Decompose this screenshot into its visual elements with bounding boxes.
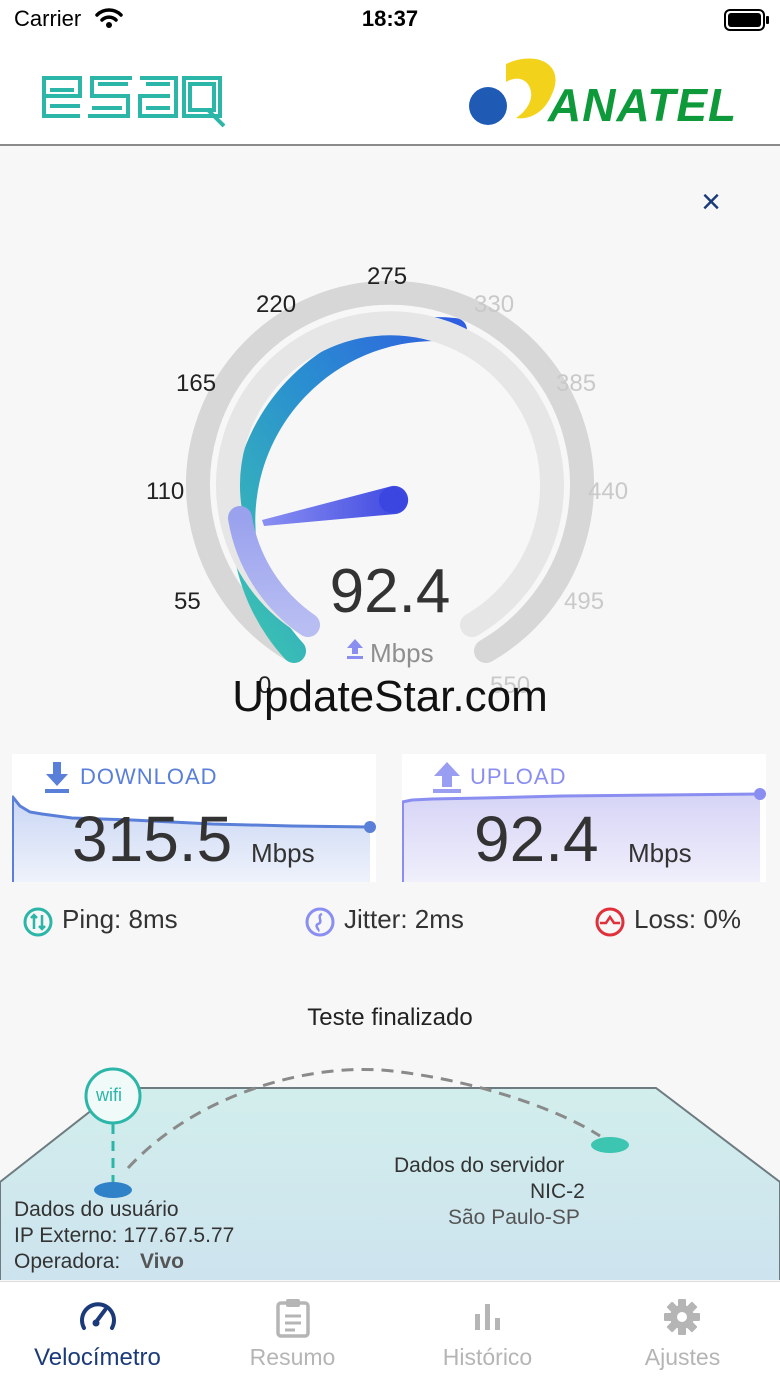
download-unit: Mbps <box>251 838 315 868</box>
current-speed-value: 92.4 <box>329 557 451 626</box>
gauge-tick-label: 165 <box>176 370 217 397</box>
status-bar: Carrier 18:37 <box>0 0 780 44</box>
user-operator-value: Vivo <box>140 1250 184 1273</box>
app-header: ANATEL <box>0 44 780 146</box>
gauge-tick-label: 330 <box>474 291 515 318</box>
clock: 18:37 <box>361 6 419 31</box>
gear-icon <box>664 1299 700 1335</box>
tab-label: Ajustes <box>644 1344 721 1370</box>
server-data-title: Dados do servidor <box>394 1154 565 1177</box>
upload-icon <box>433 762 461 793</box>
wifi-badge-label: wifi <box>96 1085 122 1105</box>
gauge-tick-label: 220 <box>256 291 297 318</box>
upload-card: UPLOAD 92.4 Mbps <box>402 754 766 882</box>
clipboard-icon <box>276 1299 310 1338</box>
watermark: UpdateStar.com <box>232 672 548 721</box>
anatel-logo-text: ANATEL <box>548 79 738 131</box>
bar-chart-icon <box>475 1304 500 1330</box>
gauge-tick-label: 440 <box>588 478 629 505</box>
gauge-tick-label: 385 <box>556 370 597 397</box>
tab-historico[interactable]: Histórico <box>390 1282 585 1388</box>
upload-unit: Mbps <box>628 838 692 868</box>
download-card: DOWNLOAD 315.5 Mbps <box>12 754 376 882</box>
esaq-logo <box>42 76 226 128</box>
server-name: NIC-2 <box>530 1180 585 1203</box>
tab-bar: Velocímetro Resumo Histórico Ajustes <box>0 1281 780 1388</box>
user-operator-label: Operadora: <box>14 1250 121 1273</box>
tab-velocimetro[interactable]: Velocímetro <box>0 1282 195 1388</box>
tab-resumo[interactable]: Resumo <box>195 1282 390 1388</box>
loss-icon <box>595 907 625 937</box>
loss-text: Loss: 0% <box>634 904 741 934</box>
user-data-title: Dados do usuário <box>14 1198 179 1221</box>
close-icon: × <box>701 183 721 221</box>
download-label: DOWNLOAD <box>80 764 218 789</box>
tab-label: Velocímetro <box>34 1344 161 1371</box>
test-status: Teste finalizado <box>307 1004 473 1031</box>
ping-icon <box>23 907 53 937</box>
server-location: São Paulo-SP <box>448 1206 580 1229</box>
gauge-tick-label: 275 <box>367 263 408 290</box>
jitter-icon <box>305 907 335 937</box>
anatel-logo: ANATEL <box>466 54 756 134</box>
ping-text: Ping: 8ms <box>62 904 178 934</box>
upload-label: UPLOAD <box>470 764 567 789</box>
battery-icon <box>724 9 769 31</box>
download-icon <box>45 762 69 793</box>
current-speed-unit: Mbps <box>370 638 434 668</box>
gauge-tick-label: 110 <box>146 478 185 505</box>
upload-arrow-icon <box>347 639 363 659</box>
download-value: 315.5 <box>72 803 233 875</box>
tab-label: Resumo <box>249 1344 336 1370</box>
close-button[interactable]: × <box>692 184 730 222</box>
tab-label: Histórico <box>442 1344 533 1370</box>
user-ip: IP Externo: 177.67.5.77 <box>14 1224 235 1247</box>
tab-ajustes[interactable]: Ajustes <box>585 1282 780 1388</box>
speedometer-icon <box>80 1302 116 1330</box>
upload-value: 92.4 <box>474 803 599 875</box>
jitter-text: Jitter: 2ms <box>344 904 464 934</box>
